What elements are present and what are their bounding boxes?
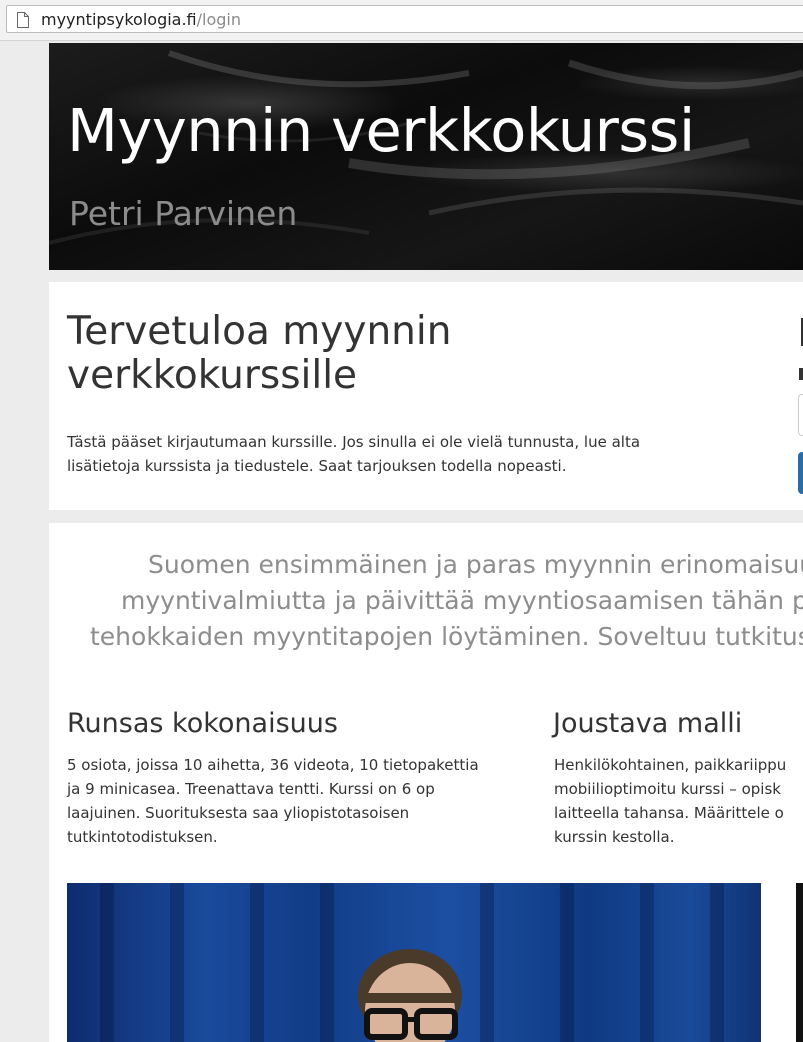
feature-text-line: ja 9 minicasea. Treenattava tentti. Kurs… [67, 780, 435, 798]
login-field-label [799, 368, 803, 380]
presenter-image [100, 883, 724, 1042]
feature-text-line: tutkintotodistuksen. [67, 828, 218, 846]
hero-subtitle: Petri Parvinen [69, 194, 298, 233]
feature-text-line: mobiilioptimoitu kurssi – opisk [554, 780, 781, 798]
hero-banner: Myynnin verkkokurssi Petri Parvinen [49, 43, 803, 270]
url-path: /login [196, 10, 242, 29]
feature-title-joustava: Joustava malli [553, 708, 743, 739]
url-host: myyntipsykologia.fi [41, 10, 197, 29]
feature-title-runsas: Runsas kokonaisuus [67, 708, 338, 739]
lead-line: myyntivalmiutta ja päivittää myyntiosaam… [121, 586, 803, 615]
login-button[interactable] [798, 452, 803, 494]
feature-text-line: laajuinen. Suorituksesta saa yliopistota… [67, 804, 410, 822]
hero-title: Myynnin verkkokurssi [67, 96, 695, 165]
course-video-thumbnail[interactable] [67, 883, 761, 1042]
feature-text-line: laitteella tahansa. Määrittele o [554, 804, 784, 822]
lead-line: Suomen ensimmäinen ja paras myynnin erin… [148, 550, 803, 579]
welcome-title: Tervetuloa myynnin verkkokurssille [67, 309, 452, 398]
welcome-text: Tästä pääset kirjautumaan kurssille. Jos… [67, 433, 641, 475]
second-video-thumbnail[interactable] [796, 883, 803, 1042]
page-icon [16, 12, 30, 32]
lead-line: tehokkaiden myyntitapojen löytäminen. So… [90, 622, 803, 651]
url-field[interactable]: myyntipsykologia.fi/login [6, 5, 803, 33]
course-info-panel: Suomen ensimmäinen ja paras myynnin erin… [49, 523, 803, 1042]
feature-text-line: Henkilökohtainen, paikkariippu [554, 756, 787, 774]
login-username-input[interactable] [798, 394, 803, 436]
browser-address-bar: myyntipsykologia.fi/login [0, 0, 803, 41]
feature-text-line: kurssin kestolla. [554, 828, 675, 846]
url-text: myyntipsykologia.fi/login [41, 10, 241, 30]
welcome-panel: Tervetuloa myynnin verkkokurssille Tästä… [49, 282, 803, 510]
feature-text-line: 5 osiota, joissa 10 aihetta, 36 videota,… [67, 756, 479, 774]
